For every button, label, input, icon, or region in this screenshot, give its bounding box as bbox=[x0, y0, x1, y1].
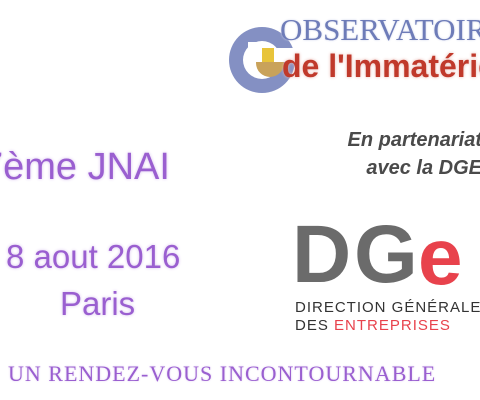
partnership-line2: avec la DGE bbox=[366, 157, 480, 179]
dge-subtitle-highlight: ENTREPRISES bbox=[334, 317, 451, 334]
dge-subtitle-line1: DIRECTION GÉNÉRALE bbox=[295, 299, 480, 316]
dge-subtitle-line2: DES ENTREPRISES bbox=[295, 318, 451, 333]
event-city: Paris bbox=[60, 285, 136, 322]
event-title: 7ème JNAI bbox=[0, 146, 170, 188]
dge-letter-d: D bbox=[292, 214, 351, 290]
dge-subtitle-prefix: DES bbox=[295, 317, 335, 334]
tagline: UN RENDEZ-VOUS INCONTOURNABLE bbox=[8, 361, 437, 386]
observatoire-name: OBSERVATOIRE bbox=[280, 12, 480, 47]
observatoire-subtitle: de l'Immatériel bbox=[282, 48, 480, 84]
dge-logo-icon: D G e bbox=[292, 214, 463, 290]
dge-letter-g: G bbox=[354, 214, 418, 290]
banner: OBSERVATOIRE de l'Immatériel En partenar… bbox=[0, 0, 480, 400]
dge-letter-e: e bbox=[418, 214, 463, 290]
partnership-text: En partenariat avec la DGE bbox=[348, 126, 480, 182]
partnership-line1: En partenariat bbox=[347, 129, 480, 151]
event-date: 8 aout 2016 bbox=[6, 238, 181, 275]
